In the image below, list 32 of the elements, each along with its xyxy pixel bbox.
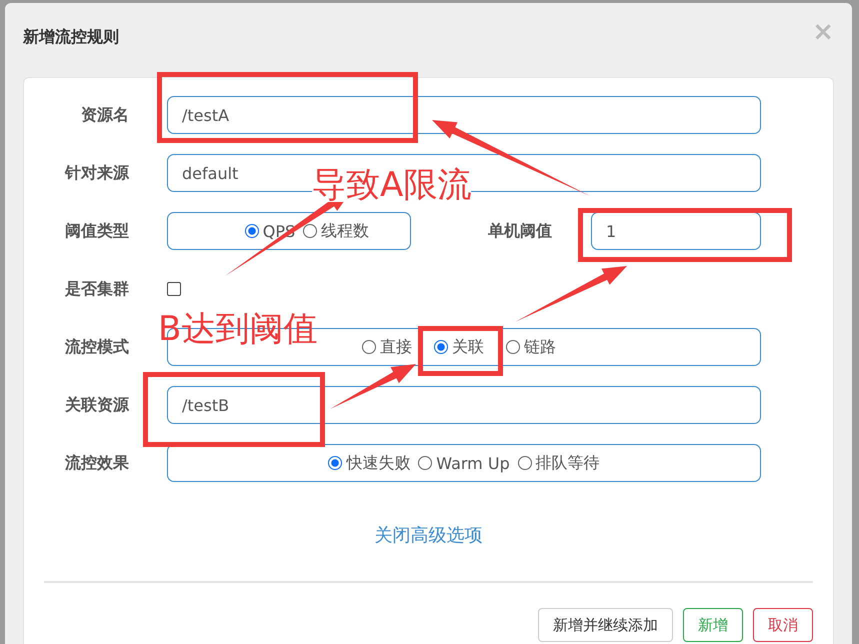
radio-option[interactable]: 直接 xyxy=(362,336,412,358)
input-field[interactable]: 1 xyxy=(591,212,761,250)
radio-option[interactable]: 排队等待 xyxy=(518,452,600,474)
field-label: 阈值类型 xyxy=(64,220,129,242)
add-button[interactable]: 新增并继续添加 xyxy=(538,608,673,642)
input-field[interactable]: /testA xyxy=(167,96,761,134)
radio-option[interactable]: 快速失败 xyxy=(328,452,410,474)
field-label: 单机阈值 xyxy=(487,220,552,242)
advanced-options-link[interactable]: 关闭高级选项 xyxy=(374,523,482,547)
radio-option[interactable]: Warm Up xyxy=(418,454,510,472)
radio-icon[interactable] xyxy=(362,340,376,354)
input-field[interactable]: /testB xyxy=(167,386,761,424)
field-label: 是否集群 xyxy=(64,278,129,300)
radio-icon[interactable] xyxy=(303,224,318,238)
radio-icon[interactable] xyxy=(328,456,342,470)
field-label: 流控效果 xyxy=(64,452,129,474)
cancel-button[interactable]: 取消 xyxy=(753,608,813,642)
field-label: 流控模式 xyxy=(64,336,129,358)
radio-option[interactable]: 关联 xyxy=(434,336,484,358)
field-label: 资源名 xyxy=(80,104,129,126)
radio-option[interactable]: 链路 xyxy=(506,336,556,358)
dialog-title: 新增流控规则 xyxy=(23,27,119,48)
checkbox[interactable] xyxy=(167,282,181,296)
field-label: 针对来源 xyxy=(64,162,129,184)
annotation-text: 导致A限流 xyxy=(312,168,472,202)
radio-icon[interactable] xyxy=(506,340,520,354)
radio-option[interactable]: 线程数 xyxy=(303,220,370,242)
radio-icon[interactable] xyxy=(434,340,448,354)
field-label: 关联资源 xyxy=(64,394,129,416)
radio-icon[interactable] xyxy=(418,456,432,470)
radio-icon[interactable] xyxy=(244,224,259,238)
radio-icon[interactable] xyxy=(518,456,532,470)
